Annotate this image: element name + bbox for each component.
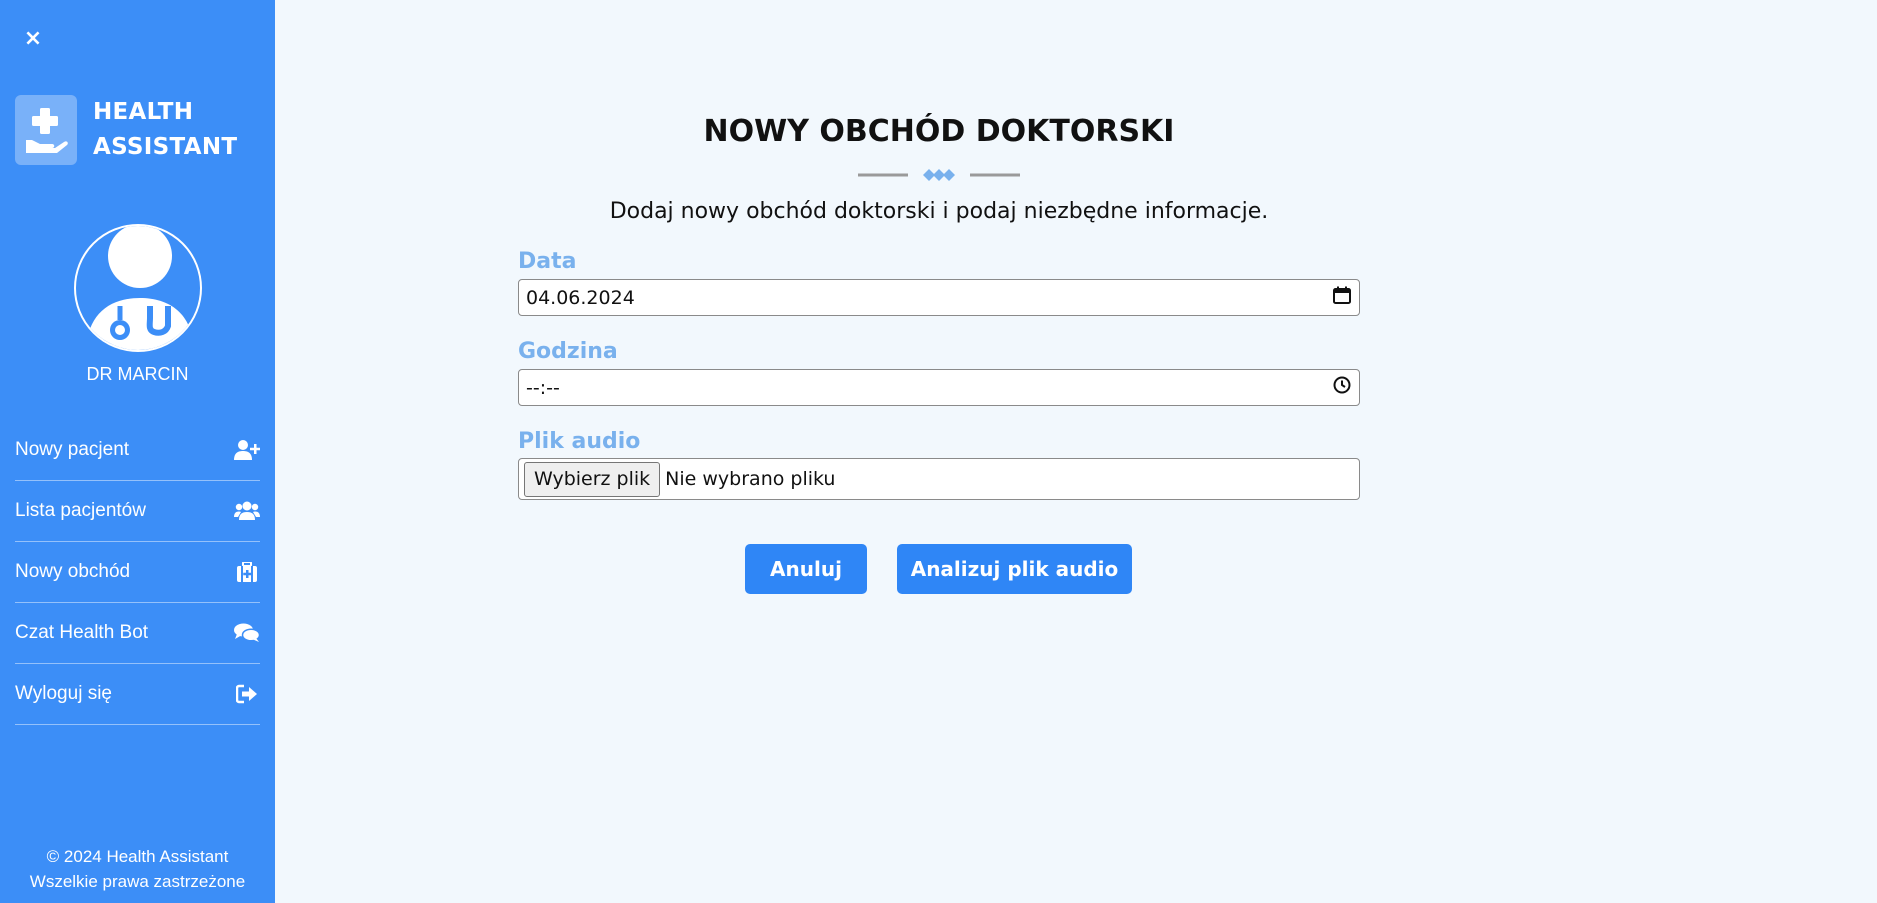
hand-medical-icon	[15, 95, 77, 165]
brand-line-1: HEALTH	[93, 99, 194, 125]
close-sidebar-button[interactable]: ×	[22, 28, 44, 50]
copyright-text: © 2024 Health Assistant	[46, 847, 229, 866]
page-subtitle: Dodaj nowy obchód doktorski i podaj niez…	[609, 199, 1269, 224]
file-status: Nie wybrano pliku	[665, 468, 836, 490]
brand-line-2: ASSISTANT	[93, 134, 238, 160]
calendar-icon[interactable]	[1333, 286, 1351, 309]
sidebar-item-label: Wyloguj się	[15, 683, 112, 704]
sidebar-item-new-patient[interactable]: Nowy pacjent	[15, 420, 260, 481]
sidebar-item-health-bot-chat[interactable]: Czat Health Bot	[15, 603, 260, 664]
time-input[interactable]: --:--	[518, 369, 1360, 406]
sidebar-item-label: Nowy pacjent	[15, 439, 130, 460]
cancel-button[interactable]: Anuluj	[745, 544, 867, 594]
user-plus-icon	[234, 439, 260, 461]
sidebar-item-new-round[interactable]: Nowy obchód	[15, 542, 260, 603]
sidebar: × HEALTH ASSISTANT DR MARCIN Nowy pacjen…	[0, 0, 275, 903]
audio-file-label: Plik audio	[518, 429, 641, 454]
username: DR MARCIN	[86, 364, 189, 384]
chat-icon	[234, 622, 260, 644]
choose-file-button[interactable]: Wybierz plik	[524, 461, 661, 497]
sidebar-item-label: Nowy obchód	[15, 561, 131, 582]
sidebar-item-label: Czat Health Bot	[15, 622, 149, 643]
sidebar-footer: © 2024 Health Assistant Wszelkie prawa z…	[0, 844, 275, 894]
page-title: NOWY OBCHÓD DOKTORSKI	[703, 114, 1175, 149]
clock-icon[interactable]	[1333, 376, 1351, 399]
users-icon	[234, 500, 260, 522]
date-input[interactable]: 04.06.2024	[518, 279, 1360, 316]
sidebar-item-logout[interactable]: Wyloguj się	[15, 664, 260, 725]
logout-icon	[234, 683, 260, 705]
avatar	[74, 224, 202, 352]
doctor-avatar-icon	[86, 226, 194, 350]
audio-file-input[interactable]: Wybierz plik Nie wybrano pliku	[518, 458, 1360, 500]
title-divider	[858, 167, 1020, 183]
sidebar-item-label: Lista pacjentów	[15, 500, 146, 521]
analyze-audio-button[interactable]: Analizuj plik audio	[897, 544, 1132, 594]
brand-name: HEALTH ASSISTANT	[93, 95, 237, 165]
sidebar-nav: Nowy pacjent Lista pacjentów Nowy obchód…	[15, 420, 260, 725]
medical-kit-icon	[234, 561, 260, 583]
rights-text: Wszelkie prawa zastrzeżone	[29, 872, 246, 891]
date-value: 04.06.2024	[526, 286, 635, 309]
sidebar-item-patient-list[interactable]: Lista pacjentów	[15, 481, 260, 542]
date-label: Data	[518, 249, 577, 274]
brand: HEALTH ASSISTANT	[15, 95, 237, 165]
time-label: Godzina	[518, 339, 618, 364]
time-value: --:--	[526, 376, 560, 399]
